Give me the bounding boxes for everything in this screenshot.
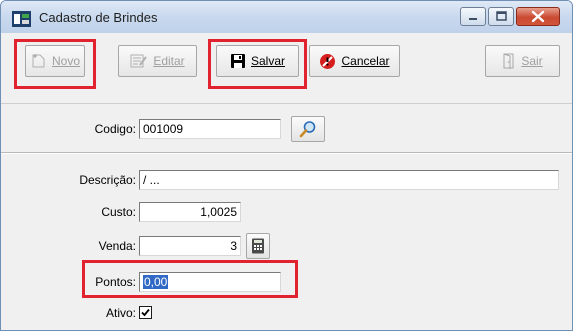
cancelar-button[interactable]: Cancelar [309,45,400,77]
descricao-label: Descrição: [79,173,136,187]
maximize-button[interactable] [488,7,514,26]
pontos-value-selected: 0,00 [143,275,169,289]
pontos-input[interactable]: 0,00 [139,272,281,292]
codigo-label: Codigo: [94,122,136,136]
cadastro-brindes-window: Cadastro de Brindes Novo Editar Salvar C… [0,0,573,331]
salvar-highlight-box [208,39,307,89]
sair-button[interactable]: Sair [485,45,560,77]
minimize-button[interactable] [460,7,486,26]
venda-input[interactable]: 3 [139,236,241,256]
sair-label: Sair [521,54,543,68]
calculator-button[interactable] [246,233,270,259]
pontos-label: Pontos: [95,275,136,289]
title-bar[interactable]: Cadastro de Brindes [1,1,572,33]
custo-input[interactable]: 1,0025 [139,202,241,222]
exit-door-icon [503,53,514,69]
close-button[interactable] [516,7,560,26]
editar-label: Editar [153,54,185,68]
descricao-input[interactable]: / ... [139,170,559,190]
minimize-icon [469,18,477,20]
window-title: Cadastro de Brindes [39,10,158,25]
cancel-icon [320,53,336,69]
calculator-icon [252,238,264,254]
editar-button[interactable]: Editar [118,45,197,77]
form-separator [1,152,572,154]
novo-highlight-box [14,39,96,89]
custo-label: Custo: [101,205,136,219]
checkmark-icon [141,308,150,317]
codigo-input[interactable]: 001009 [139,119,281,139]
venda-label: Venda: [98,239,136,253]
maximize-icon [496,11,507,21]
search-button[interactable] [291,116,325,142]
edit-icon [130,54,148,68]
cancelar-label: Cancelar [341,54,390,68]
ativo-label: Ativo: [105,306,136,320]
app-icon [12,11,31,27]
magnifier-icon [299,121,316,138]
close-icon [531,10,545,23]
ativo-checkbox[interactable] [139,306,152,319]
